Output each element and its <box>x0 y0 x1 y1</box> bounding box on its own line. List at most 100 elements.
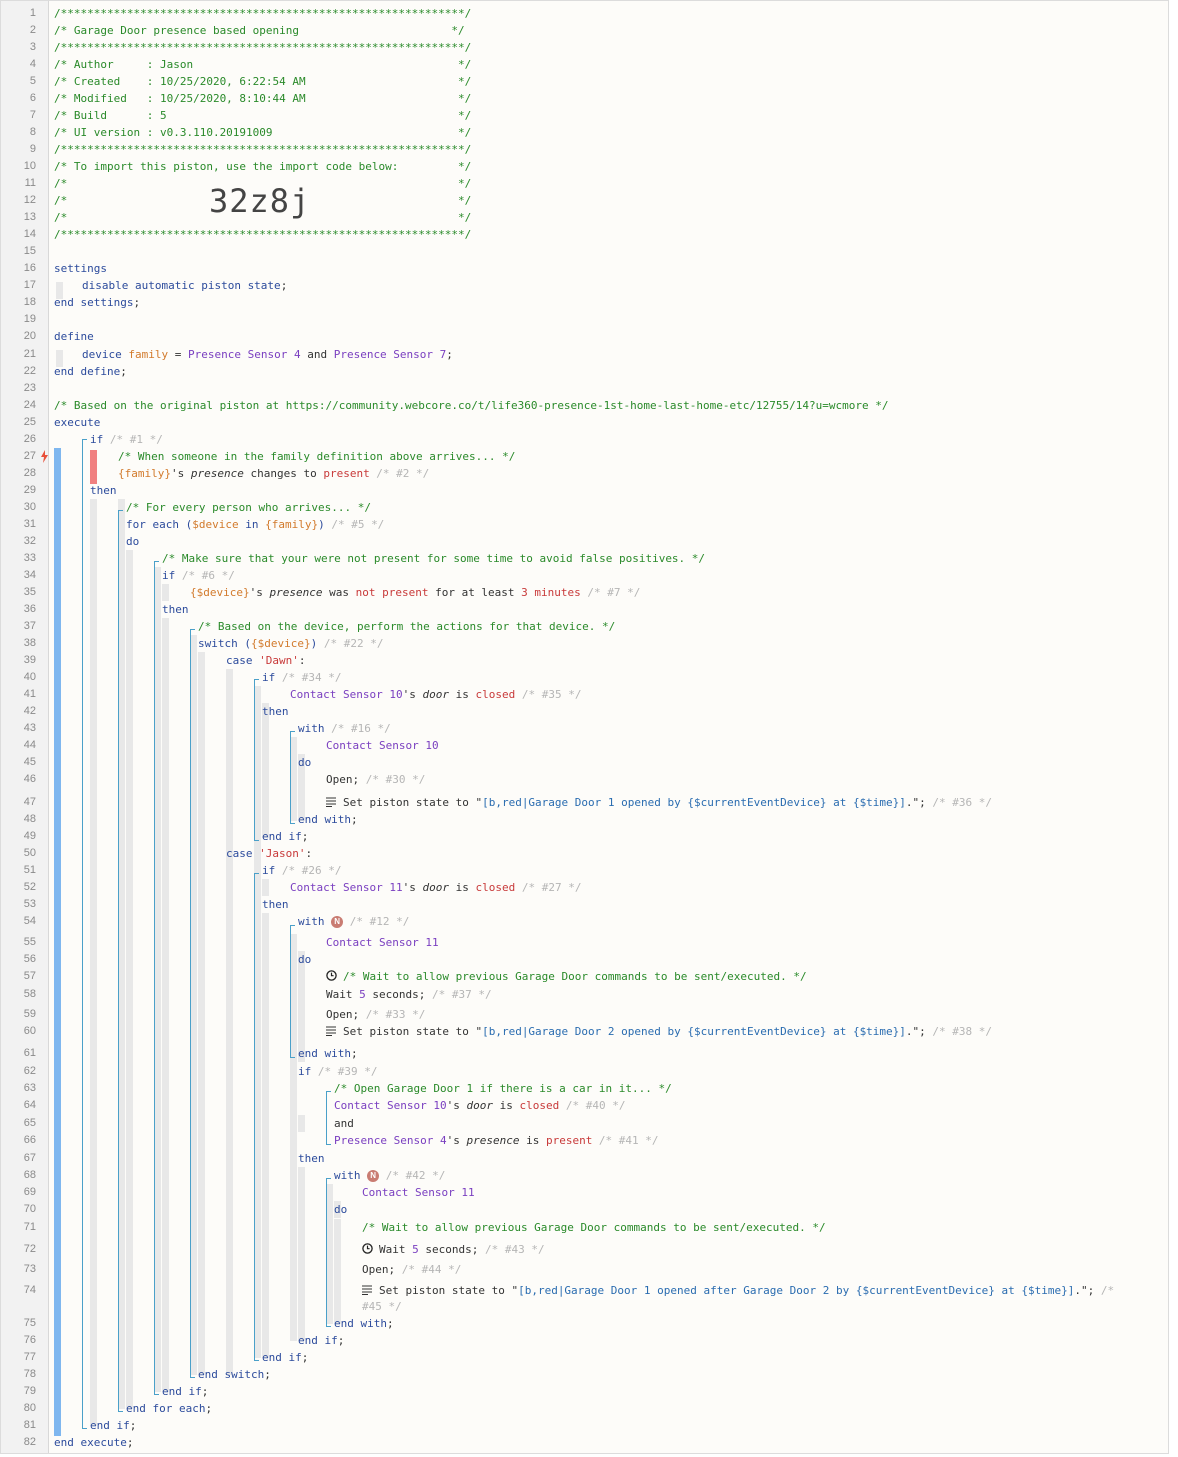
code-token: Contact Sensor 10 <box>326 739 439 752</box>
code-token: /* #35 */ <box>515 688 582 701</box>
code-line: if /* #6 */ <box>162 567 235 584</box>
line-number: 19 <box>23 313 36 325</box>
code-token: ; <box>264 1368 271 1381</box>
code-token: /* */ <box>54 211 472 224</box>
line-number: 38 <box>23 637 36 649</box>
code-token: case <box>226 847 260 860</box>
code-token: end execute <box>54 1436 127 1449</box>
code-token: end with <box>298 1047 351 1060</box>
code-token: 's <box>402 881 423 894</box>
block-indent-bar <box>54 448 61 1436</box>
code-line: end if; <box>262 1349 308 1366</box>
line-number: 24 <box>23 399 36 411</box>
code-token: do <box>298 756 312 769</box>
code-line: end with; <box>298 811 358 828</box>
code-token: and <box>300 348 334 361</box>
code-token: /* Based on the device, perform the acti… <box>198 620 616 633</box>
code-line: if /* #34 */ <box>262 669 341 686</box>
code-line: then <box>298 1150 325 1167</box>
code-token: /* #26 */ <box>281 864 342 877</box>
code-line: disable automatic piston state; <box>82 277 287 294</box>
code-token: then <box>262 705 289 718</box>
code-token: /* #33 */ <box>365 1008 426 1021</box>
code-line: /* When someone in the family definition… <box>118 448 515 465</box>
code-token: do <box>298 953 312 966</box>
line-number-gutter: 1 2 3 4 5 6 7 8 9 10 11 12 13 14 15 16 17 18 19 20 21 22 23 24 2… <box>1 1 49 1453</box>
code-token: ; <box>301 1351 309 1364</box>
code-line: then <box>262 896 289 913</box>
code-line: {$device}'s presence was not present for… <box>190 584 640 601</box>
line-number: 53 <box>23 898 36 910</box>
code-token: closed <box>475 688 516 701</box>
code-token: /* Modified : 10/25/2020, 8:10:44 AM */ <box>54 92 472 105</box>
code-line: end if; <box>90 1417 136 1434</box>
line-number: 75 <box>23 1317 36 1329</box>
code-token: /* UI version : v0.3.110.20191009 */ <box>54 126 472 139</box>
code-line: /* Garage Door presence based opening */ <box>54 22 465 39</box>
code-token: /* #7 */ <box>580 586 641 599</box>
code-token: ."; <box>905 796 933 809</box>
line-number: 22 <box>23 365 36 377</box>
code-token: /* #37 */ <box>431 988 492 1001</box>
code-token: Contact Sensor 11 <box>290 881 403 894</box>
line-number: 8 <box>29 126 36 138</box>
block-indent-bar <box>262 913 269 1358</box>
code-token: for each ( <box>126 518 193 531</box>
code-token: [b,red|Garage Door 1 opened after Garage… <box>518 1284 1075 1297</box>
code-line: do <box>298 951 311 968</box>
line-number: 10 <box>23 160 36 172</box>
code-token: closed <box>475 881 516 894</box>
code-token: 3 minutes <box>521 586 581 599</box>
block-bracket <box>290 731 295 824</box>
code-token: /* #12 */ <box>343 915 410 928</box>
line-number: 52 <box>23 881 36 893</box>
block-bracket <box>290 925 295 1058</box>
n-badge-icon: N <box>367 1170 380 1182</box>
code-line: /* UI version : v0.3.110.20191009 */ <box>54 124 471 141</box>
code-token: ) <box>310 637 324 650</box>
code-token: 5 <box>359 988 366 1001</box>
code-line: Contact Sensor 10 <box>326 737 439 754</box>
code-token: and <box>334 1117 354 1130</box>
code-token: /* #39 */ <box>317 1065 378 1078</box>
code-token: end if <box>90 1419 130 1432</box>
code-line: if /* #1 */ <box>90 431 163 448</box>
code-line: then <box>262 703 289 720</box>
code-token: /* #38 */ <box>932 1025 993 1038</box>
code-token: [b,red|Garage Door 2 opened by {$current… <box>482 1025 906 1038</box>
code-token: end define <box>54 365 121 378</box>
code-token: end if <box>262 1351 302 1364</box>
block-indent-bar <box>262 720 269 838</box>
code-token: presence <box>190 467 244 480</box>
line-number: 36 <box>23 603 36 615</box>
line-number: 57 <box>23 970 36 982</box>
piston-code-viewer: 1 2 3 4 5 6 7 8 9 10 11 12 13 14 15 16 17 18 19 20 21 22 23 24 2… <box>0 0 1169 1454</box>
code-line: Contact Sensor 11 <box>362 1184 475 1201</box>
code-line: /***************************************… <box>54 5 471 22</box>
code-token: /* Garage Door presence based opening */ <box>54 24 465 37</box>
code-line: Contact Sensor 11's door is closed /* #2… <box>290 879 581 896</box>
line-number: 6 <box>29 92 36 104</box>
line-number: 15 <box>23 245 36 257</box>
code-token: is <box>448 688 476 701</box>
code-token: with <box>334 1169 368 1182</box>
code-line: case 'Jason': <box>226 845 312 862</box>
block-indent-bar <box>334 1219 341 1324</box>
block-indent-bar <box>162 584 169 601</box>
code-line: /* Author : Jason */ <box>54 56 471 73</box>
code-token: ; <box>201 1385 209 1398</box>
block-indent-bar <box>198 652 205 1375</box>
code-line: Set piston state to "[b,red|Garage Door … <box>326 794 992 812</box>
line-number: 35 <box>23 586 36 598</box>
code-line: end if; <box>298 1332 344 1349</box>
line-number: 79 <box>23 1385 36 1397</box>
code-line: /* */ <box>54 175 471 192</box>
list-icon <box>326 1024 337 1041</box>
block-bracket <box>154 561 159 1395</box>
code-line: /***************************************… <box>54 39 471 56</box>
line-number: 50 <box>23 847 36 859</box>
line-number: 14 <box>23 228 36 240</box>
line-number: 5 <box>29 75 36 87</box>
code-token: #45 */ <box>362 1300 402 1313</box>
code-line: /***************************************… <box>54 226 471 243</box>
